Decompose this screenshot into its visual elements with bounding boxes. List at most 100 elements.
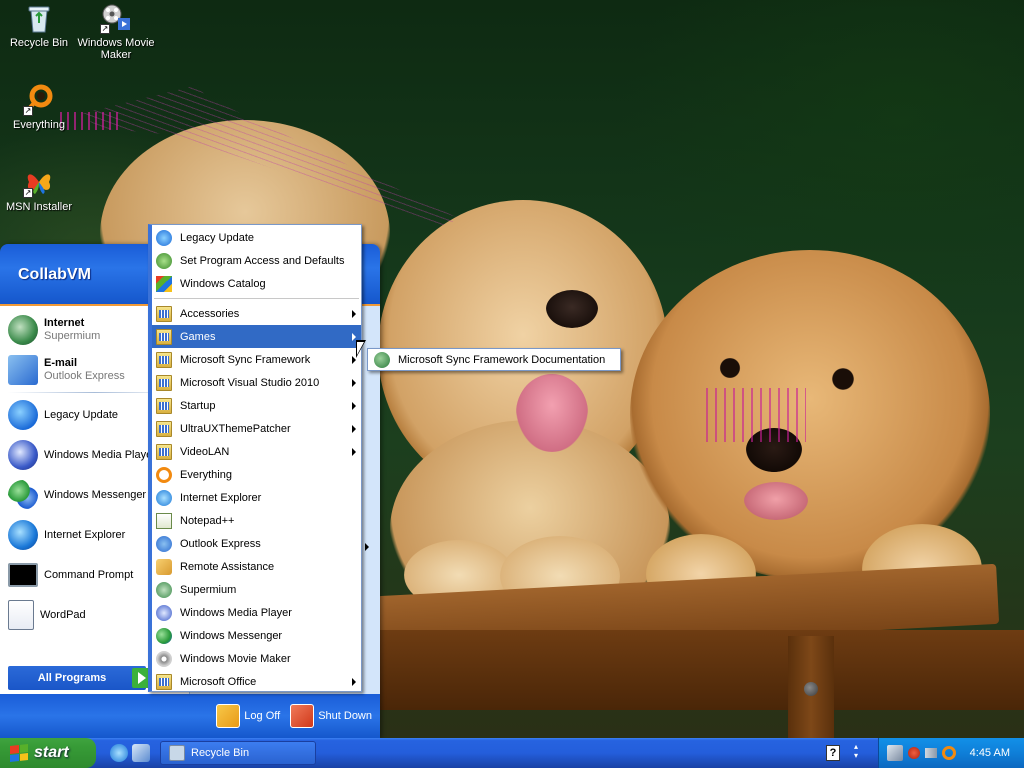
all-programs-folder-ultrauxthemepatcher[interactable]: UltraUXThemePatcher bbox=[152, 417, 361, 440]
security-shield-icon[interactable] bbox=[908, 747, 920, 759]
submenu-arrow-icon bbox=[352, 310, 356, 318]
menu-item-label: Games bbox=[180, 330, 216, 343]
windows-media-player-icon bbox=[156, 604, 172, 621]
puppy-right-mouth bbox=[744, 482, 808, 520]
menu-item-label: Set Program Access and Defaults bbox=[180, 254, 345, 267]
msn-butterfly-icon: ↗ bbox=[23, 166, 55, 198]
desktop-icon-windows-movie-maker[interactable]: ↗ Windows Movie Maker bbox=[77, 2, 155, 61]
mouse-pointer-icon bbox=[356, 340, 366, 358]
volume-icon[interactable] bbox=[925, 748, 937, 758]
menu-separator bbox=[154, 298, 359, 299]
movie-maker-icon bbox=[156, 650, 172, 667]
menu-item-label: Microsoft Visual Studio 2010 bbox=[180, 376, 320, 389]
shortcut-arrow-icon: ↗ bbox=[100, 24, 110, 34]
windows-flag-icon bbox=[10, 744, 28, 762]
desktop-icon-msn-installer[interactable]: ↗ MSN Installer bbox=[0, 166, 78, 213]
everything-search-icon[interactable] bbox=[942, 746, 956, 760]
all-programs-item-everything[interactable]: Everything bbox=[152, 463, 361, 486]
outlook-express-icon bbox=[8, 355, 38, 385]
fence-board bbox=[370, 630, 1024, 710]
legacy-update-icon bbox=[156, 229, 172, 246]
start-menu-item-title: E-mail bbox=[44, 357, 78, 369]
desktop-icon-everything[interactable]: ↗ Everything bbox=[0, 84, 78, 131]
submenu-arrow-icon bbox=[352, 402, 356, 410]
all-programs-item-notepad-plus-plus[interactable]: Notepad++ bbox=[152, 509, 361, 532]
all-programs-folder-microsoft-sync-framework[interactable]: Microsoft Sync Framework bbox=[152, 348, 361, 371]
all-programs-item-windows-catalog[interactable]: Windows Catalog bbox=[152, 272, 361, 295]
network-icon[interactable] bbox=[887, 745, 903, 761]
log-off-button[interactable]: Log Off bbox=[216, 704, 280, 728]
help-icon[interactable]: ? bbox=[826, 745, 840, 761]
all-programs-menu: Legacy Update Set Program Access and Def… bbox=[148, 224, 362, 692]
shut-down-button[interactable]: Shut Down bbox=[290, 704, 372, 728]
all-programs-item-supermium[interactable]: Supermium bbox=[152, 578, 361, 601]
start-button[interactable]: start bbox=[0, 738, 96, 768]
menu-item-label: Internet Explorer bbox=[180, 491, 262, 504]
all-programs-button[interactable]: All Programs bbox=[8, 666, 150, 690]
submenu-arrow-icon bbox=[352, 678, 356, 686]
outlook-express-icon bbox=[156, 535, 172, 552]
internet-explorer-icon bbox=[156, 489, 172, 506]
windows-catalog-icon bbox=[156, 275, 172, 292]
clock[interactable]: 4:45 AM bbox=[970, 747, 1024, 759]
fence-bolt bbox=[804, 682, 818, 696]
language-bar-options-icon[interactable]: ▴ ▾ bbox=[851, 742, 861, 764]
all-programs-folder-microsoft-office[interactable]: Microsoft Office bbox=[152, 670, 361, 693]
all-programs-folder-games[interactable]: Games bbox=[152, 325, 361, 348]
desktop-icon-label: Recycle Bin bbox=[9, 37, 69, 49]
menu-item-label: Windows Media Player bbox=[180, 606, 292, 619]
everything-search-icon bbox=[156, 466, 172, 483]
submenu-item-sync-framework-documentation[interactable]: Microsoft Sync Framework Documentation bbox=[398, 354, 605, 366]
sync-framework-docs-icon bbox=[374, 351, 390, 368]
start-menu-item-subtitle: Outlook Express bbox=[44, 370, 125, 382]
power-icon bbox=[290, 704, 315, 728]
help-glyph: ? bbox=[829, 747, 837, 759]
windows-media-player-icon bbox=[8, 440, 38, 470]
desktop-icon-label: Everything bbox=[13, 119, 65, 131]
menu-item-label: Microsoft Sync Framework bbox=[180, 353, 311, 366]
program-folder-icon bbox=[156, 374, 172, 391]
start-menu-item-label: Windows Media Player bbox=[44, 448, 156, 461]
all-programs-item-windows-movie-maker[interactable]: Windows Movie Maker bbox=[152, 647, 361, 670]
all-programs-item-legacy-update[interactable]: Legacy Update bbox=[152, 226, 361, 249]
start-menu-footer: Log Off Shut Down bbox=[0, 694, 380, 738]
start-menu-username: CollabVM bbox=[18, 266, 91, 283]
windows-messenger-icon bbox=[8, 480, 38, 510]
key-icon bbox=[216, 704, 241, 728]
all-programs-item-remote-assistance[interactable]: Remote Assistance bbox=[152, 555, 361, 578]
all-programs-folder-videolan[interactable]: VideoLAN bbox=[152, 440, 361, 463]
all-programs-label: All Programs bbox=[37, 672, 107, 684]
all-programs-folder-accessories[interactable]: Accessories bbox=[152, 302, 361, 325]
shut-down-label: Shut Down bbox=[318, 710, 372, 722]
menu-item-label: Windows Messenger bbox=[180, 629, 283, 642]
command-prompt-icon bbox=[8, 563, 38, 587]
all-programs-folder-startup[interactable]: Startup bbox=[152, 394, 361, 417]
windows-messenger-icon bbox=[156, 627, 172, 644]
start-menu-item-title: Internet bbox=[44, 317, 85, 329]
quick-launch-internet-explorer-icon[interactable] bbox=[110, 744, 128, 762]
games-submenu: Microsoft Sync Framework Documentation bbox=[367, 348, 621, 371]
all-programs-item-internet-explorer[interactable]: Internet Explorer bbox=[152, 486, 361, 509]
shortcut-arrow-icon: ↗ bbox=[23, 106, 33, 116]
desktop-icon-label: MSN Installer bbox=[5, 201, 73, 213]
all-programs-item-outlook-express[interactable]: Outlook Express bbox=[152, 532, 361, 555]
desktop-icon-recycle-bin[interactable]: Recycle Bin bbox=[0, 2, 78, 49]
start-menu-item-label: Legacy Update bbox=[44, 408, 118, 421]
start-menu-item-label: WordPad bbox=[40, 608, 86, 621]
notepad-plus-plus-icon bbox=[156, 512, 172, 529]
taskbar-window-label: Recycle Bin bbox=[191, 747, 250, 759]
menu-item-label: UltraUXThemePatcher bbox=[180, 422, 291, 435]
program-folder-icon bbox=[156, 305, 172, 322]
menu-item-label: Remote Assistance bbox=[180, 560, 275, 573]
menu-item-label: Startup bbox=[180, 399, 216, 412]
taskbar-window-recycle-bin[interactable]: Recycle Bin bbox=[160, 741, 316, 765]
all-programs-item-windows-media-player[interactable]: Windows Media Player bbox=[152, 601, 361, 624]
quick-launch-show-desktop-icon[interactable] bbox=[132, 744, 150, 762]
all-programs-folder-visual-studio-2010[interactable]: Microsoft Visual Studio 2010 bbox=[152, 371, 361, 394]
all-programs-item-set-program-access[interactable]: Set Program Access and Defaults bbox=[152, 249, 361, 272]
all-programs-item-windows-messenger[interactable]: Windows Messenger bbox=[152, 624, 361, 647]
program-folder-icon bbox=[156, 328, 172, 345]
program-folder-icon bbox=[156, 673, 172, 690]
menu-item-label: Microsoft Office bbox=[180, 675, 257, 688]
menu-item-label: Windows Movie Maker bbox=[180, 652, 291, 665]
